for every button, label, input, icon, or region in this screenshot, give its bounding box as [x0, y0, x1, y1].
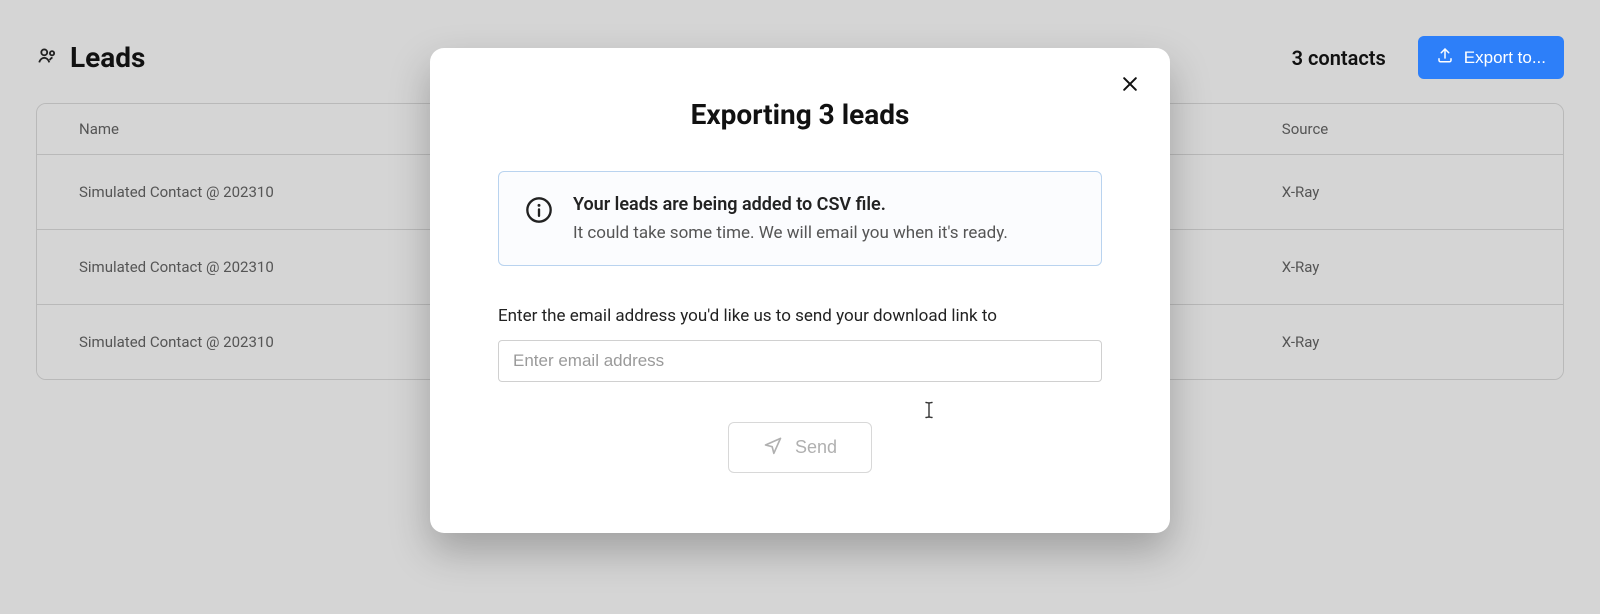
- close-icon: [1120, 82, 1140, 97]
- text-cursor-icon: [922, 400, 936, 424]
- info-box: Your leads are being added to CSV file. …: [498, 171, 1102, 266]
- close-button[interactable]: [1116, 70, 1144, 101]
- send-button-label: Send: [795, 437, 837, 458]
- export-modal: Exporting 3 leads Your leads are being a…: [430, 48, 1170, 533]
- send-icon: [763, 435, 783, 460]
- info-heading: Your leads are being added to CSV file.: [573, 194, 1008, 215]
- modal-backdrop: Exporting 3 leads Your leads are being a…: [0, 0, 1600, 614]
- info-icon: [525, 194, 553, 228]
- email-label: Enter the email address you'd like us to…: [498, 306, 1102, 326]
- send-button[interactable]: Send: [728, 422, 872, 473]
- modal-title: Exporting 3 leads: [498, 98, 1102, 131]
- info-subtext: It could take some time. We will email y…: [573, 223, 1008, 243]
- email-input[interactable]: [498, 340, 1102, 382]
